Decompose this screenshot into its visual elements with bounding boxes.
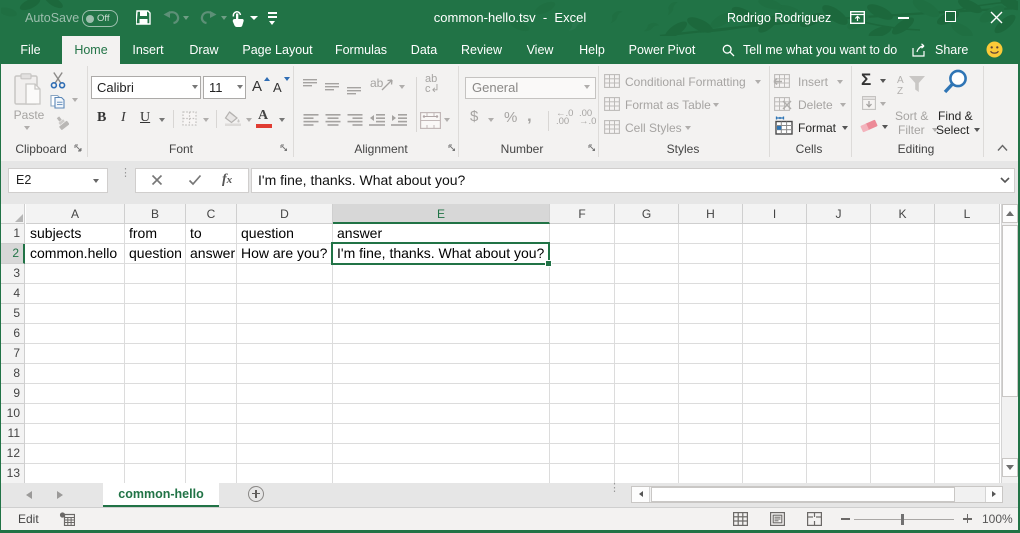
svg-text:A: A [897,75,904,86]
svg-text:Z: Z [897,86,903,96]
